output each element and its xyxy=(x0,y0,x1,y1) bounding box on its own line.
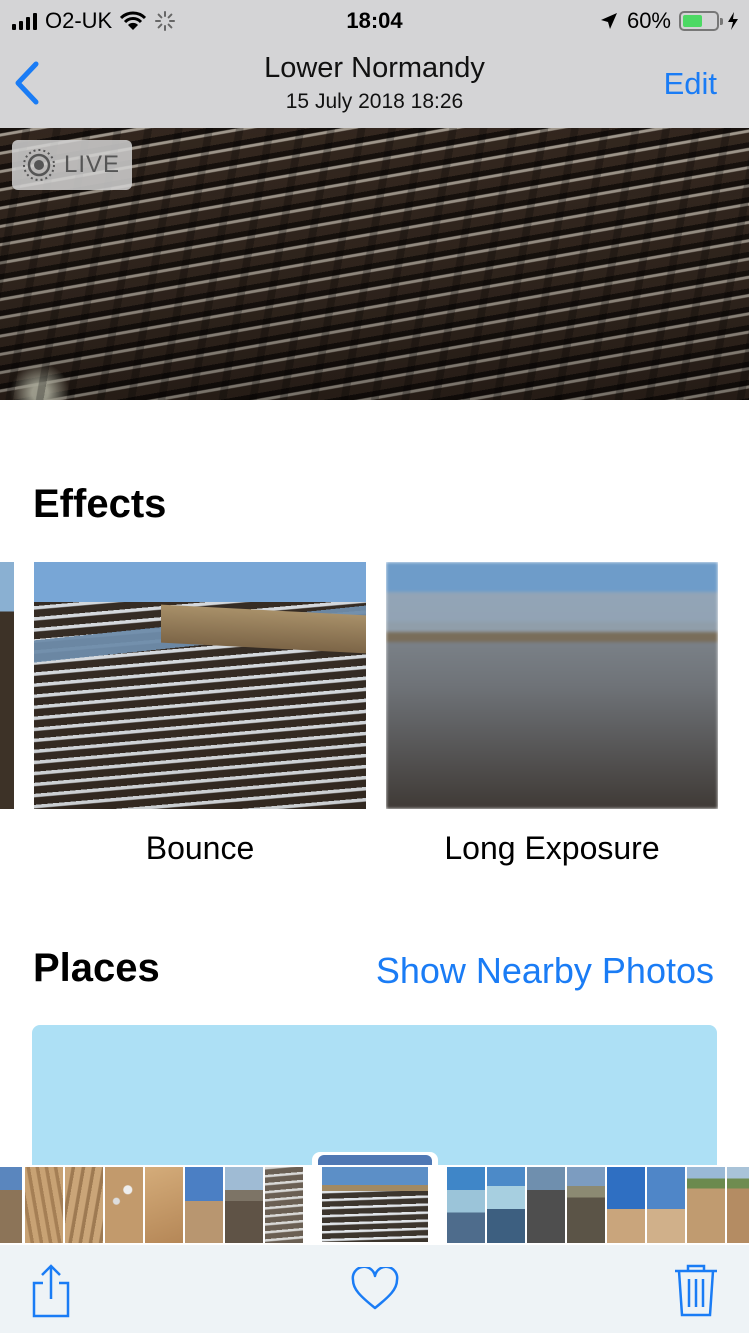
charging-bolt-icon xyxy=(728,12,738,30)
live-photo-icon xyxy=(23,149,55,181)
trash-icon xyxy=(675,1264,717,1317)
places-heading: Places xyxy=(33,946,160,990)
signal-icon xyxy=(12,12,37,30)
favorite-button[interactable] xyxy=(350,1265,400,1323)
live-photo[interactable]: LIVE xyxy=(0,128,749,400)
filmstrip-thumbnail[interactable] xyxy=(527,1167,565,1243)
filmstrip-thumbnail[interactable] xyxy=(265,1167,303,1243)
delete-button[interactable] xyxy=(673,1263,723,1319)
status-right: 60% xyxy=(599,8,739,34)
effect-bounce-thumbnail[interactable] xyxy=(34,562,366,809)
live-badge[interactable]: LIVE xyxy=(12,140,133,190)
filmstrip-thumbnail[interactable] xyxy=(647,1167,685,1243)
page-title: Lower Normandy xyxy=(264,52,485,84)
filmstrip-thumbnail[interactable] xyxy=(145,1167,183,1243)
heart-icon xyxy=(351,1265,399,1310)
share-icon xyxy=(32,1264,70,1318)
effect-bounce-label: Bounce xyxy=(145,830,255,866)
filmstrip-thumbnail[interactable] xyxy=(487,1167,525,1243)
filmstrip-thumbnail[interactable] xyxy=(65,1167,103,1243)
share-button[interactable] xyxy=(28,1263,78,1319)
filmstrip-thumbnail[interactable] xyxy=(185,1167,223,1243)
battery-percent: 60% xyxy=(626,8,671,33)
wifi-icon xyxy=(120,11,147,30)
show-nearby-photos-link[interactable]: Show Nearby Photos xyxy=(376,950,714,992)
filmstrip-thumbnail[interactable] xyxy=(105,1167,143,1243)
bottom-toolbar xyxy=(0,1245,749,1333)
filmstrip-thumbnail[interactable] xyxy=(607,1167,645,1243)
edit-button[interactable]: Edit xyxy=(664,66,717,102)
filmstrip-thumbnail[interactable] xyxy=(25,1167,63,1243)
battery-icon xyxy=(679,11,723,31)
effect-thumbnail-previous[interactable] xyxy=(0,562,14,809)
effects-heading: Effects xyxy=(33,482,167,526)
live-label: LIVE xyxy=(64,151,121,178)
status-left: O2-UK xyxy=(12,8,176,34)
activity-spinner-icon xyxy=(155,11,176,31)
filmstrip-selected-thumbnail[interactable] xyxy=(312,1152,438,1244)
navigation-bar: Lower Normandy 15 July 2018 18:26 Edit xyxy=(0,42,749,128)
filmstrip-thumbnail[interactable] xyxy=(0,1167,22,1243)
filmstrip-thumbnail[interactable] xyxy=(447,1167,485,1243)
status-bar: O2-UK 18:04 60% xyxy=(0,0,749,42)
effect-long-exposure-thumbnail[interactable] xyxy=(386,562,718,809)
filmstrip-thumbnail[interactable] xyxy=(727,1167,749,1243)
carrier-label: O2-UK xyxy=(45,8,113,33)
page-subtitle-date: 15 July 2018 18:26 xyxy=(285,90,464,113)
filmstrip-thumbnail[interactable] xyxy=(567,1167,605,1243)
location-arrow-icon xyxy=(600,13,617,29)
effect-long-exposure-label: Long Exposure xyxy=(444,830,660,866)
battery-fill xyxy=(683,15,703,27)
filmstrip-thumbnail[interactable] xyxy=(225,1167,263,1243)
filmstrip-thumbnail[interactable] xyxy=(687,1167,725,1243)
